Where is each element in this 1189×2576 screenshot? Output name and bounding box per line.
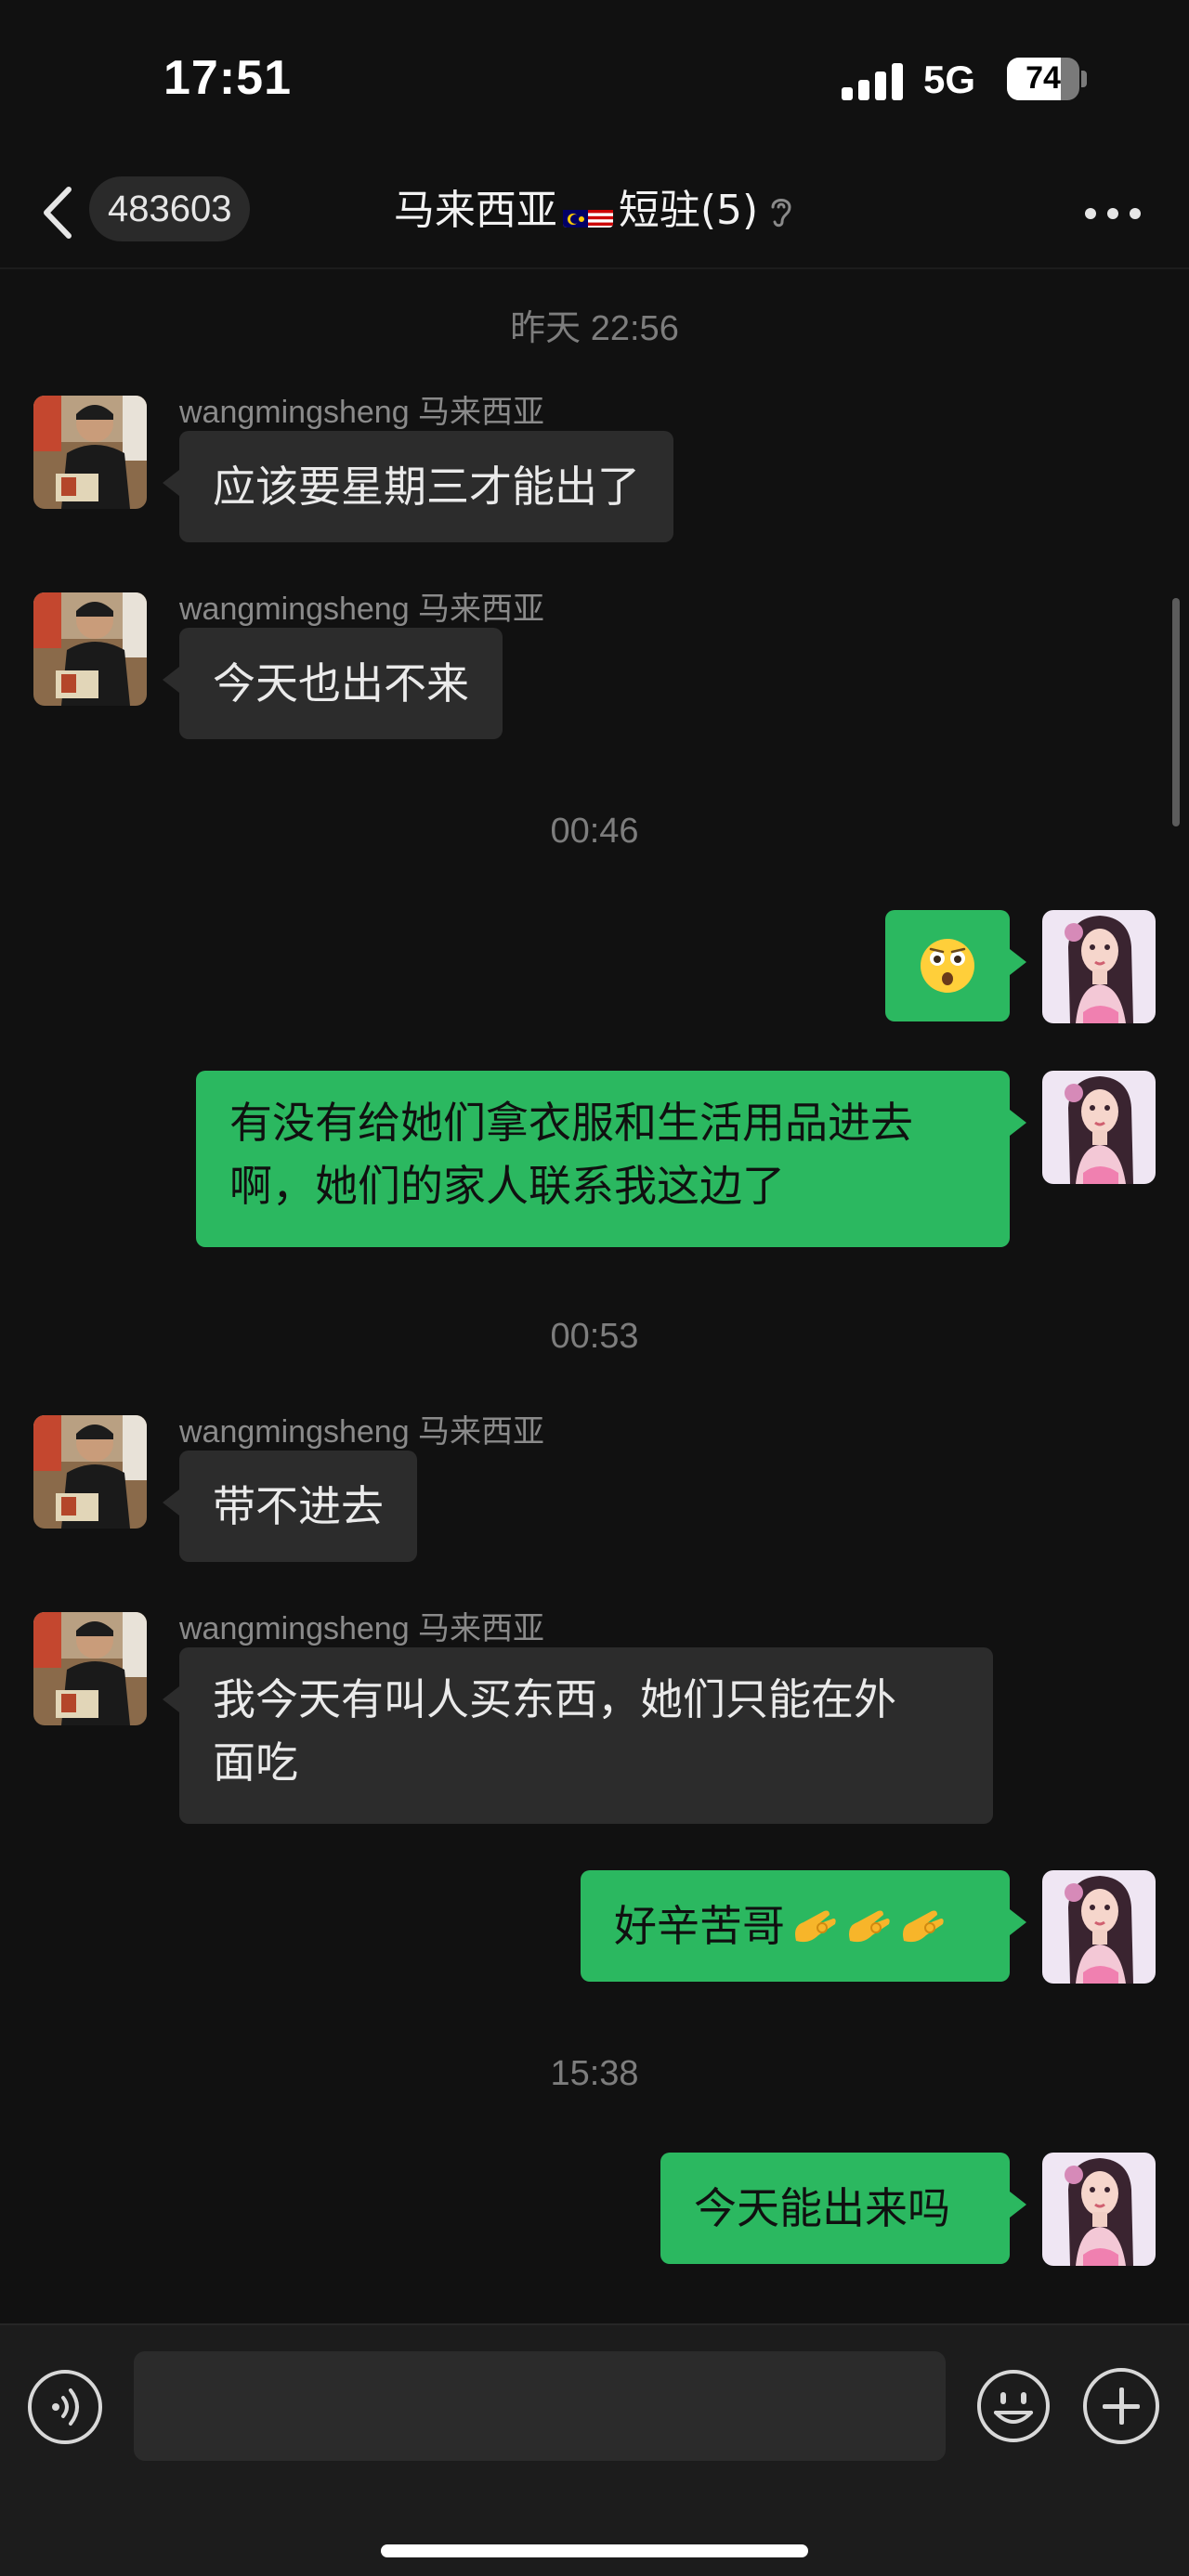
message-bubble[interactable]: 我今天有叫人买东西，她们只能在外 面吃 bbox=[163, 1647, 993, 1824]
chat-header: 483603 马来西亚 短驻(5) bbox=[0, 158, 1189, 269]
my-avatar[interactable] bbox=[1042, 1870, 1156, 1984]
signal-icon bbox=[842, 61, 905, 100]
ok-hand-emoji bbox=[903, 1910, 944, 1943]
avatar[interactable] bbox=[33, 1415, 147, 1529]
sender-name: wangmingsheng 马来西亚 bbox=[179, 1414, 545, 1450]
message-bubble[interactable] bbox=[885, 910, 1026, 1021]
input-bar bbox=[0, 2323, 1189, 2576]
title-suffix: 短驻(5) bbox=[618, 187, 759, 234]
title-prefix: 马来西亚 bbox=[393, 187, 557, 234]
astonished-face-emoji bbox=[921, 939, 974, 993]
message-text: 好辛苦哥 bbox=[614, 1901, 785, 1951]
message-bubble[interactable]: 带不进去 bbox=[163, 1451, 417, 1562]
network-type: 5G bbox=[923, 58, 976, 101]
timestamp: 00:46 bbox=[550, 812, 639, 851]
battery-percent: 74 bbox=[1026, 60, 1061, 96]
message-line: 啊，她们的家人联系我这边了 bbox=[229, 1161, 785, 1211]
emoji-icon bbox=[977, 2370, 1050, 2442]
message-line: 我今天有叫人买东西，她们只能在外 bbox=[213, 1674, 896, 1724]
status-bar: 17:51 5G 74 bbox=[0, 0, 1189, 158]
avatar[interactable] bbox=[33, 592, 147, 706]
my-avatar[interactable] bbox=[1042, 2153, 1156, 2266]
battery-cap bbox=[1081, 71, 1087, 87]
timestamp: 15:38 bbox=[550, 2054, 639, 2093]
message-line: 面吃 bbox=[213, 1737, 298, 1788]
malaysia-flag-icon bbox=[562, 196, 613, 228]
avatar[interactable] bbox=[33, 1612, 147, 1725]
sender-name: wangmingsheng 马来西亚 bbox=[179, 395, 545, 430]
chat-area[interactable]: 昨天 22:56 wangmingsheng 马来西亚 应该要星期三才能出了 w… bbox=[0, 271, 1189, 2323]
message-bubble[interactable]: 今天也出不来 bbox=[163, 628, 503, 739]
message-input[interactable] bbox=[134, 2351, 946, 2461]
sender-name: wangmingsheng 马来西亚 bbox=[179, 592, 545, 627]
timestamp: 昨天 22:56 bbox=[510, 309, 679, 348]
ok-hand-emoji bbox=[795, 1910, 836, 1943]
home-indicator[interactable] bbox=[381, 2544, 808, 2557]
voice-button[interactable] bbox=[28, 2370, 102, 2444]
message-bubble[interactable]: 应该要星期三才能出了 bbox=[163, 431, 673, 542]
message-bubble[interactable]: 今天能出来吗 bbox=[660, 2153, 1026, 2264]
chat-title[interactable]: 马来西亚 短驻(5) bbox=[0, 178, 1189, 243]
status-time: 17:51 bbox=[163, 51, 292, 105]
scrollbar[interactable] bbox=[1172, 598, 1180, 826]
message-bubble[interactable]: 好辛苦哥 bbox=[581, 1870, 1026, 1982]
sender-name: wangmingsheng 马来西亚 bbox=[179, 1611, 545, 1646]
avatar[interactable] bbox=[33, 396, 147, 509]
message-line: 有没有给她们拿衣服和生活用品进去 bbox=[229, 1098, 913, 1148]
my-avatar[interactable] bbox=[1042, 910, 1156, 1023]
ok-hand-emoji bbox=[849, 1910, 890, 1943]
more-dots-icon[interactable] bbox=[1085, 204, 1141, 223]
message-bubble[interactable]: 有没有给她们拿衣服和生活用品进去 啊，她们的家人联系我这边了 bbox=[196, 1071, 1026, 1247]
timestamp: 00:53 bbox=[550, 1317, 639, 1356]
battery-icon: 74 bbox=[1007, 58, 1079, 100]
ear-icon bbox=[767, 184, 795, 228]
plus-icon[interactable] bbox=[1083, 2368, 1159, 2444]
voice-icon bbox=[52, 2388, 79, 2426]
emoji-button[interactable] bbox=[975, 2368, 1052, 2444]
my-avatar[interactable] bbox=[1042, 1071, 1156, 1184]
